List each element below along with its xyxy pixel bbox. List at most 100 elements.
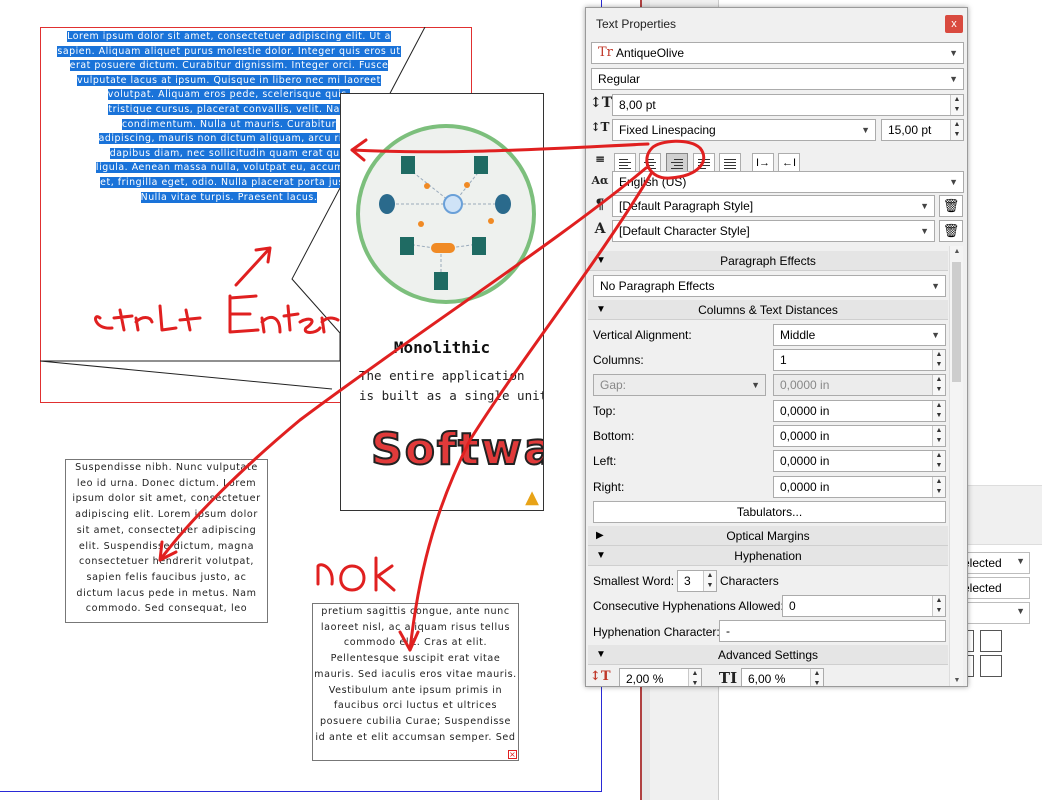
paragraph-effects-header[interactable]: ▼ Paragraph Effects: [588, 251, 948, 271]
delete-paragraph-style-button[interactable]: 🗑: [939, 195, 963, 217]
language-select[interactable]: English (US) ▼: [612, 171, 964, 193]
scroll-up-icon[interactable]: ▲: [950, 248, 964, 255]
expand-arrow-icon: ▶: [596, 530, 604, 541]
smallest-word-spinner[interactable]: ▲ ▼: [703, 571, 716, 591]
background-align-icon-4[interactable]: [980, 655, 1002, 677]
image-title-text: Monolithic: [393, 338, 491, 357]
paragraph-style-value: [Default Paragraph Style]: [619, 199, 754, 213]
image-frame[interactable]: Monolithic The entire application is bui…: [340, 93, 544, 511]
chevron-down-icon: ▼: [949, 177, 958, 187]
text-line: Vestibulum ante ipsum primis in: [328, 684, 503, 696]
text-scale-spinner[interactable]: ▲ ▼: [810, 669, 823, 686]
section-title: Paragraph Effects: [720, 254, 816, 268]
chevron-down-icon: ▼: [861, 125, 870, 135]
text-line: erat posuere dictum. Curabitur dignissim…: [69, 60, 389, 72]
font-family-value: AntiqueOlive: [616, 46, 685, 60]
left-distance-spinner[interactable]: ▲ ▼: [932, 451, 945, 471]
right-distance-value: 0,0000 in: [780, 480, 830, 494]
gap-spinner: ▲ ▼: [932, 375, 945, 395]
delete-character-style-button[interactable]: 🗑: [939, 220, 963, 242]
vertical-alignment-value: Middle: [780, 328, 816, 342]
text-line: et, fringilla eget, odio. Nulla placerat…: [100, 176, 358, 188]
panel-scrollbar[interactable]: ▲ ▼: [949, 246, 963, 686]
linespacing-mode-select[interactable]: Fixed Linespacing ▼: [612, 119, 876, 141]
collapse-arrow-icon: ▼: [596, 304, 606, 315]
left-distance-label: Left:: [593, 454, 617, 468]
character-style-select[interactable]: [Default Character Style] ▼: [612, 220, 935, 242]
text-properties-panel[interactable]: Text Properties x Tr AntiqueOlive ▼ Regul…: [585, 7, 968, 687]
text-line: adipiscing, mauris non dictum aliquam, a…: [98, 133, 360, 145]
section-title: Optical Margins: [726, 529, 810, 543]
consecutive-hyphenations-spinner[interactable]: ▲ ▼: [932, 596, 945, 616]
bottom-distance-spinner[interactable]: ▲ ▼: [932, 426, 945, 446]
image-subtitle-line: is built as a single unit: [359, 388, 544, 403]
left-distance-input[interactable]: 0,0000 in ▲ ▼: [773, 450, 946, 472]
right-distance-spinner[interactable]: ▲ ▼: [932, 477, 945, 497]
vertical-alignment-select[interactable]: Middle ▼: [773, 324, 946, 346]
text-line: faucibus orci luctus et ultrices: [333, 700, 498, 712]
paragraph-effects-select[interactable]: No Paragraph Effects ▼: [593, 275, 946, 297]
text-frame-left[interactable]: Suspendisse nibh. Nunc vulputate leo id …: [65, 459, 268, 623]
image-subtitle-line: The entire application: [359, 368, 525, 383]
right-distance-label: Right:: [593, 480, 625, 494]
hyphenation-character-label: Hyphenation Character:: [593, 625, 720, 639]
text-frame-right[interactable]: pretium sagittis congue, ante nunc laore…: [312, 603, 519, 761]
font-family-select[interactable]: Tr AntiqueOlive ▼: [591, 42, 964, 64]
text-line: sapien felis faucibus justo, ac: [86, 571, 247, 583]
collapse-arrow-icon: ▼: [596, 550, 606, 561]
columns-spinner[interactable]: ▲ ▼: [932, 350, 945, 370]
right-distance-input[interactable]: 0,0000 in ▲ ▼: [773, 476, 946, 498]
text-line: ligula. Aenean massa nulla, volutpat eu,…: [95, 162, 363, 174]
columns-header[interactable]: ▼ Columns & Text Distances: [588, 300, 948, 320]
bottom-distance-input[interactable]: 0,0000 in ▲ ▼: [773, 425, 946, 447]
smallest-word-label: Smallest Word:: [593, 574, 675, 588]
font-style-value: Regular: [598, 72, 641, 86]
optical-margins-header[interactable]: ▶ Optical Margins: [588, 526, 948, 546]
scrollbar-thumb[interactable]: [952, 262, 961, 382]
top-distance-value: 0,0000 in: [780, 404, 830, 418]
smallest-word-input[interactable]: 3 ▲ ▼: [677, 570, 717, 592]
linespacing-value-input[interactable]: 15,00 pt ▲ ▼: [881, 119, 964, 141]
text-line: commodo elit. Cras at elit.: [343, 637, 488, 649]
consecutive-hyphenations-label: Consecutive Hyphenations Allowed:: [593, 599, 784, 613]
paragraph-style-select[interactable]: [Default Paragraph Style] ▼: [612, 195, 935, 217]
tabulators-button[interactable]: Tabulators...: [593, 501, 946, 523]
gap-value: 0,0000 in: [780, 378, 830, 392]
chevron-down-icon: ▼: [949, 74, 958, 84]
background-align-icon-2[interactable]: [980, 630, 1002, 652]
background-select[interactable]: elected ▼: [958, 552, 1030, 574]
top-distance-spinner[interactable]: ▲ ▼: [932, 401, 945, 421]
text-scale-input[interactable]: 6,00 % ▲ ▼: [741, 668, 824, 686]
text-line: Suspendisse nibh. Nunc vulputate: [75, 462, 258, 473]
linespacing-mode-value: Fixed Linespacing: [619, 123, 716, 137]
font-size-input[interactable]: 8,00 pt ▲ ▼: [612, 94, 964, 116]
text-overflow-icon[interactable]: ×: [508, 750, 517, 759]
text-line: pretium sagittis congue, ante nunc: [321, 606, 510, 617]
text-scale-icon: TI: [718, 669, 738, 687]
gap-input: 0,0000 in ▲ ▼: [773, 374, 946, 396]
background-field[interactable]: elected: [958, 577, 1030, 599]
hyphenation-character-value: -: [726, 624, 730, 638]
columns-label: Columns:: [593, 353, 644, 367]
collapse-arrow-icon: ▼: [596, 255, 606, 266]
text-line: leo id urna. Donec dictum. Lorem: [76, 477, 257, 489]
font-size-spinner[interactable]: ▲ ▼: [950, 95, 963, 115]
text-line: condimentum. Nulla ut mauris. Curabitur: [121, 118, 337, 130]
font-style-select[interactable]: Regular ▼: [591, 68, 964, 90]
scroll-down-icon[interactable]: ▼: [950, 677, 964, 684]
top-distance-input[interactable]: 0,0000 in ▲ ▼: [773, 400, 946, 422]
linespacing-spinner[interactable]: ▲ ▼: [950, 120, 963, 140]
panel-titlebar[interactable]: Text Properties x: [586, 8, 967, 38]
baseline-offset-input[interactable]: 2,00 % ▲ ▼: [619, 668, 702, 686]
advanced-settings-header[interactable]: ▼ Advanced Settings: [588, 645, 948, 665]
hyphenation-header[interactable]: ▼ Hyphenation: [588, 546, 948, 566]
background-select-2[interactable]: ▼: [958, 602, 1030, 624]
hyphenation-character-input[interactable]: -: [719, 620, 946, 642]
baseline-offset-spinner[interactable]: ▲ ▼: [688, 669, 701, 686]
left-distance-value: 0,0000 in: [780, 454, 830, 468]
section-title: Hyphenation: [734, 549, 802, 563]
columns-input[interactable]: 1 ▲ ▼: [773, 349, 946, 371]
consecutive-hyphenations-input[interactable]: 0 ▲ ▼: [782, 595, 946, 617]
font-size-value: 8,00 pt: [619, 98, 656, 112]
close-button[interactable]: x: [945, 15, 963, 33]
